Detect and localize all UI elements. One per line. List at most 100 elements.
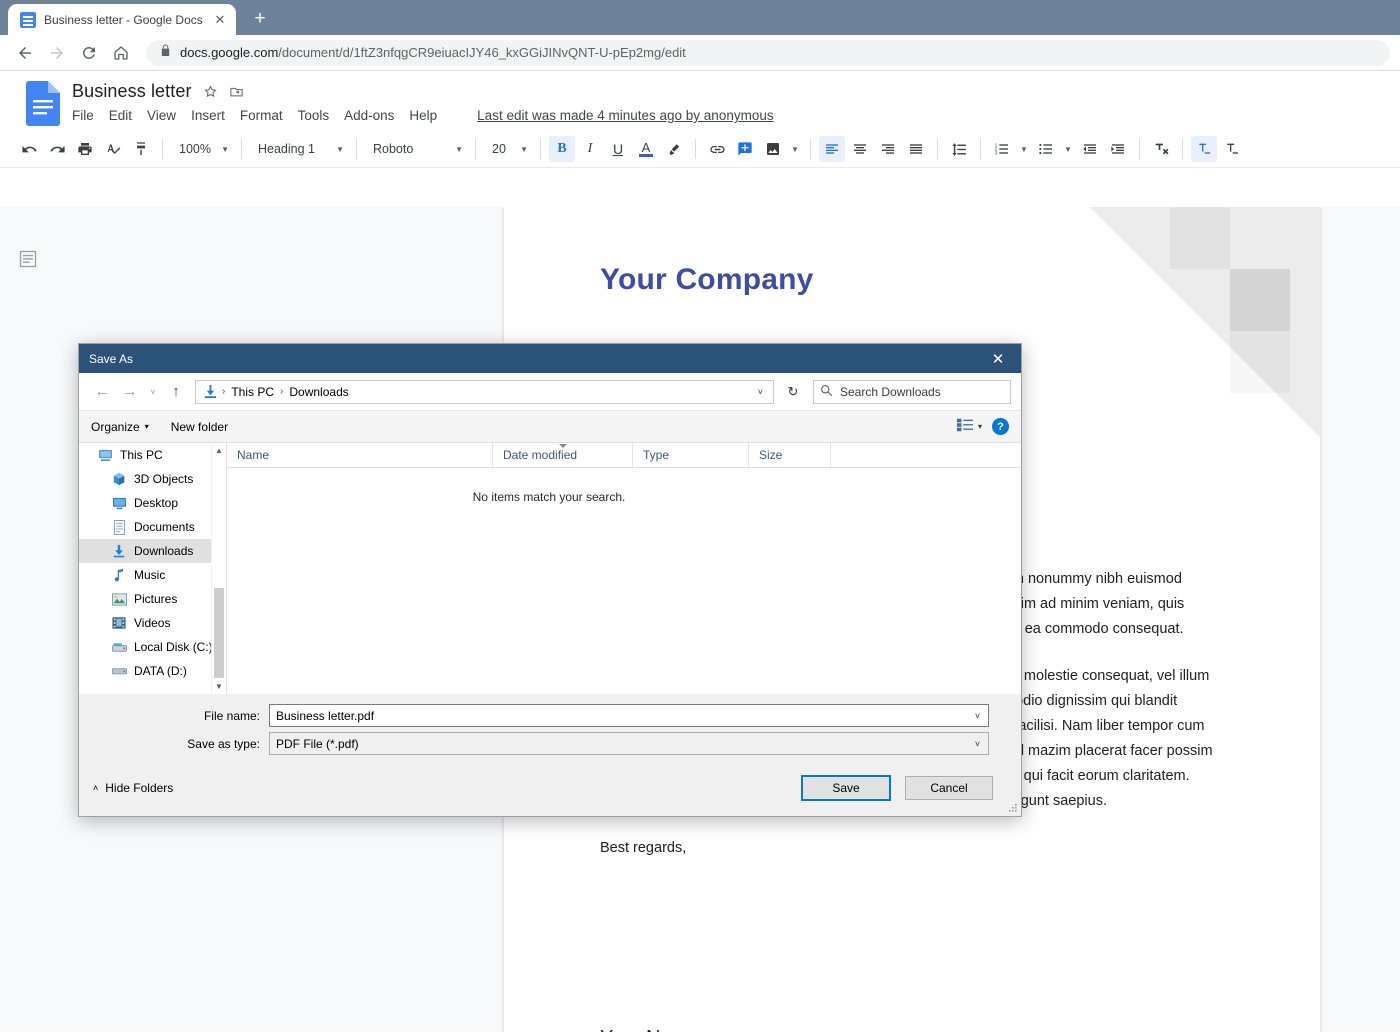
menu-format[interactable]: Format <box>240 108 283 123</box>
save-as-dialog[interactable]: Save As ✕ ← → ˅ ↑ › This PC › Downloads <box>78 343 1022 817</box>
column-header-type[interactable]: Type <box>633 442 749 468</box>
menu-help[interactable]: Help <box>409 108 437 123</box>
print-icon[interactable] <box>72 136 98 162</box>
breadcrumb-item-this-pc[interactable]: This PC <box>229 385 276 399</box>
scroll-down-icon[interactable]: ▼ <box>212 679 226 694</box>
address-bar[interactable]: docs.google.com/document/d/1ftZ3nfqgCR9e… <box>146 39 1390 66</box>
home-icon[interactable] <box>106 38 136 68</box>
tree-item-desktop[interactable]: Desktop <box>79 491 226 515</box>
bulleted-list-icon[interactable] <box>1033 136 1059 162</box>
text-color-button[interactable]: A <box>633 136 659 162</box>
close-icon[interactable]: ✕ <box>975 344 1021 373</box>
tree-item-partial[interactable] <box>79 683 226 693</box>
organize-button[interactable]: Organize ▾ <box>91 420 149 434</box>
tree-item-data-d[interactable]: DATA (D:) <box>79 659 226 683</box>
tree-item-videos[interactable]: Videos <box>79 611 226 635</box>
resize-grip[interactable] <box>1007 802 1019 814</box>
save-button[interactable]: Save <box>801 775 891 801</box>
align-justify-icon[interactable] <box>903 136 929 162</box>
tree-item-pictures[interactable]: Pictures <box>79 587 226 611</box>
scrollbar-thumb[interactable] <box>214 588 224 678</box>
undo-icon[interactable] <box>16 136 42 162</box>
font-size-select[interactable]: 20 ▼ <box>484 136 532 162</box>
last-edit-status[interactable]: Last edit was made 4 minutes ago by anon… <box>477 108 773 123</box>
pilcrow-icon[interactable] <box>1219 136 1245 162</box>
align-left-icon[interactable] <box>819 136 845 162</box>
file-list[interactable]: Name Date modified Type Size No items ma… <box>227 442 1021 694</box>
chevron-down-icon[interactable]: ˅ <box>752 387 769 397</box>
paragraph-style-select[interactable]: Heading 1 ▼ <box>250 136 348 162</box>
new-folder-button[interactable]: New folder <box>171 420 228 434</box>
dialog-up-icon[interactable]: ↑ <box>163 379 189 405</box>
line-spacing-icon[interactable] <box>946 136 972 162</box>
scroll-up-icon[interactable]: ▲ <box>212 443 226 458</box>
tree-item-music[interactable]: Music <box>79 563 226 587</box>
breadcrumb[interactable]: › This PC › Downloads ˅ <box>195 379 774 404</box>
zoom-select[interactable]: 100% ▼ <box>171 136 233 162</box>
browser-tab[interactable]: Business letter - Google Docs ✕ <box>8 4 236 35</box>
close-icon[interactable]: ✕ <box>212 12 228 28</box>
column-header-name[interactable]: Name <box>227 442 493 468</box>
tree-item-this-pc[interactable]: This PC <box>79 443 226 467</box>
back-icon[interactable] <box>10 38 40 68</box>
browser-tab-title: Business letter - Google Docs <box>44 12 203 27</box>
italic-button[interactable]: I <box>577 136 603 162</box>
bold-button[interactable]: B <box>549 136 575 162</box>
editing-mode-icon[interactable] <box>1191 136 1217 162</box>
menu-view[interactable]: View <box>147 108 176 123</box>
align-right-icon[interactable] <box>875 136 901 162</box>
chevron-down-icon[interactable]: ▼ <box>1061 145 1075 154</box>
font-family-select[interactable]: Roboto ▼ <box>365 136 467 162</box>
document-title[interactable]: Business letter <box>72 81 192 102</box>
redo-icon[interactable] <box>44 136 70 162</box>
menu-tools[interactable]: Tools <box>298 108 330 123</box>
paint-format-icon[interactable] <box>128 136 154 162</box>
chevron-down-icon[interactable]: ˅ <box>969 711 986 721</box>
tree-item-downloads[interactable]: Downloads <box>79 539 226 563</box>
dialog-recent-locations-icon[interactable]: ˅ <box>145 379 161 405</box>
menu-file[interactable]: File <box>72 108 94 123</box>
underline-button[interactable]: U <box>605 136 631 162</box>
align-center-icon[interactable] <box>847 136 873 162</box>
new-tab-button[interactable]: + <box>246 5 274 33</box>
refresh-icon[interactable]: ↻ <box>780 380 806 404</box>
change-view-button[interactable]: ▾ <box>956 418 982 435</box>
menu-edit[interactable]: Edit <box>109 108 132 123</box>
link-icon[interactable] <box>704 136 730 162</box>
menu-add-ons[interactable]: Add-ons <box>344 108 394 123</box>
move-to-folder-icon[interactable] <box>229 84 244 99</box>
cancel-button[interactable]: Cancel <box>905 776 993 800</box>
navigation-tree[interactable]: This PC 3D Objects Desktop Documents Dow… <box>79 443 226 694</box>
forward-icon[interactable] <box>42 38 72 68</box>
highlight-icon[interactable] <box>661 136 687 162</box>
decrease-indent-icon[interactable] <box>1077 136 1103 162</box>
column-header-size[interactable]: Size <box>749 442 831 468</box>
numbered-list-icon[interactable]: 123 <box>989 136 1015 162</box>
menu-insert[interactable]: Insert <box>191 108 225 123</box>
insert-image-icon[interactable] <box>760 136 786 162</box>
help-icon[interactable]: ? <box>992 418 1009 435</box>
chevron-down-icon[interactable]: ˅ <box>969 739 986 749</box>
save-as-type-select[interactable]: PDF File (*.pdf) ˅ <box>269 732 989 755</box>
tree-item-local-disk-c[interactable]: Local Disk (C:) <box>79 635 226 659</box>
star-icon[interactable] <box>203 84 218 99</box>
search-input[interactable]: Search Downloads <box>813 379 1011 404</box>
document-outline-icon[interactable] <box>18 249 40 271</box>
spellcheck-icon[interactable] <box>100 136 126 162</box>
breadcrumb-item-downloads[interactable]: Downloads <box>287 385 350 399</box>
tree-item-3d-objects[interactable]: 3D Objects <box>79 467 226 491</box>
reload-icon[interactable] <box>74 38 104 68</box>
column-header-date-modified[interactable]: Date modified <box>493 442 633 468</box>
chevron-down-icon[interactable]: ▼ <box>788 145 802 154</box>
chevron-down-icon[interactable]: ▼ <box>1017 145 1031 154</box>
hide-folders-button[interactable]: ˄ Hide Folders <box>93 781 173 795</box>
tree-scrollbar[interactable]: ▲ ▼ <box>211 443 226 694</box>
increase-indent-icon[interactable] <box>1105 136 1131 162</box>
clear-formatting-icon[interactable] <box>1148 136 1174 162</box>
dialog-back-icon[interactable]: ← <box>89 379 115 405</box>
dialog-titlebar[interactable]: Save As ✕ <box>79 344 1021 373</box>
tree-item-documents[interactable]: Documents <box>79 515 226 539</box>
add-comment-icon[interactable] <box>732 136 758 162</box>
file-name-input[interactable]: Business letter.pdf ˅ <box>269 704 989 727</box>
dialog-forward-icon[interactable]: → <box>117 379 143 405</box>
